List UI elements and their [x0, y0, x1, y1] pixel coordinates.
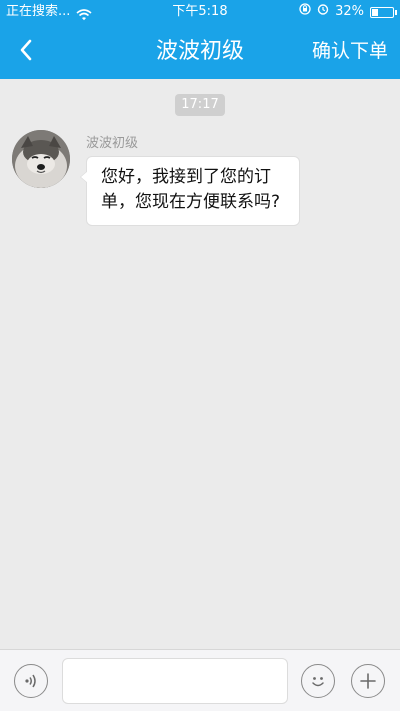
- nav-bar: 波波初级 确认下单: [0, 24, 400, 79]
- smiley-icon: [312, 677, 324, 687]
- alarm-icon: [317, 0, 329, 24]
- sender-avatar[interactable]: [12, 130, 70, 188]
- top-bar: 正在搜索... 下午5:18 32% 波波初级 确认下单: [0, 0, 400, 79]
- voice-button[interactable]: [14, 664, 48, 698]
- message-input[interactable]: [62, 658, 288, 704]
- battery-percent: 32%: [335, 4, 364, 19]
- plus-button[interactable]: [351, 664, 385, 698]
- dog-avatar: [12, 130, 70, 188]
- message-text: 您好，我接到了您的订单，您现在方便联系吗?: [101, 167, 281, 212]
- battery-icon: [370, 6, 397, 18]
- emoji-button[interactable]: [301, 664, 335, 698]
- plus-icon: [360, 673, 376, 689]
- status-bar: 正在搜索... 下午5:18 32%: [0, 0, 400, 24]
- confirm-order-button[interactable]: 确认下单: [312, 24, 388, 79]
- input-bar: [0, 649, 400, 711]
- chat-timestamp: 17:17: [175, 94, 225, 116]
- lock-rotation-icon: [299, 0, 311, 24]
- message-bubble[interactable]: 您好，我接到了您的订单，您现在方便联系吗?: [80, 156, 300, 226]
- status-right: 32%: [299, 0, 397, 24]
- sender-name: 波波初级: [86, 136, 139, 151]
- voice-wave-icon: [25, 674, 36, 688]
